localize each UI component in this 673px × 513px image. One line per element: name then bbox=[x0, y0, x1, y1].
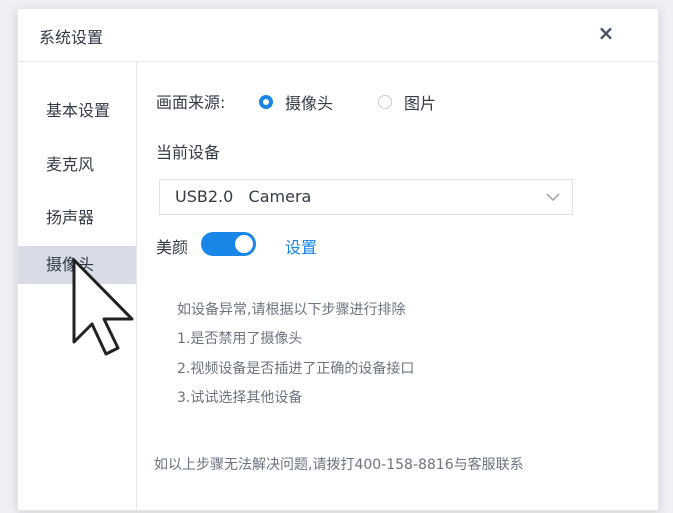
camera-settings-panel: 画面来源: 摄像头 图片 当前设备 USB2.0 Camera 美颜 设置 如设… bbox=[137, 62, 658, 510]
sidebar-item-speaker[interactable]: 扬声器 bbox=[18, 199, 136, 237]
hint-line: 如设备异常,请根据以下步骤进行排除 bbox=[177, 302, 406, 318]
beauty-toggle[interactable] bbox=[201, 232, 256, 256]
support-contact-text: 如以上步骤无法解决问题,请拨打400-158-8816与客服联系 bbox=[154, 457, 524, 473]
beauty-settings-link[interactable]: 设置 bbox=[285, 234, 317, 258]
radio-source-camera-label: 摄像头 bbox=[285, 94, 334, 113]
hint-line: 1.是否禁用了摄像头 bbox=[177, 331, 303, 347]
beauty-label: 美颜 bbox=[156, 238, 189, 257]
source-label: 画面来源: bbox=[156, 93, 226, 112]
dialog-title: 系统设置 bbox=[39, 28, 104, 47]
radio-source-image-label: 图片 bbox=[404, 94, 437, 113]
device-select[interactable]: USB2.0 Camera bbox=[159, 179, 573, 215]
sidebar-item-basic[interactable]: 基本设置 bbox=[18, 92, 136, 130]
mouse-pointer-icon bbox=[72, 258, 134, 356]
chevron-down-icon bbox=[546, 193, 560, 202]
radio-source-camera[interactable]: 摄像头 bbox=[259, 90, 333, 114]
radio-unchecked-icon bbox=[378, 95, 392, 109]
sidebar-item-microphone[interactable]: 麦克风 bbox=[18, 146, 136, 184]
close-icon[interactable]: × bbox=[594, 21, 618, 45]
hint-line: 3.试试选择其他设备 bbox=[177, 390, 303, 406]
hint-line: 2.视频设备是否插进了正确的设备接口 bbox=[177, 361, 415, 377]
radio-checked-icon bbox=[259, 95, 273, 109]
device-select-value: USB2.0 Camera bbox=[175, 187, 312, 206]
device-label: 当前设备 bbox=[156, 143, 221, 162]
radio-source-image[interactable]: 图片 bbox=[378, 90, 436, 114]
toggle-knob bbox=[235, 235, 253, 253]
dialog-titlebar: 系统设置 × bbox=[18, 9, 658, 62]
